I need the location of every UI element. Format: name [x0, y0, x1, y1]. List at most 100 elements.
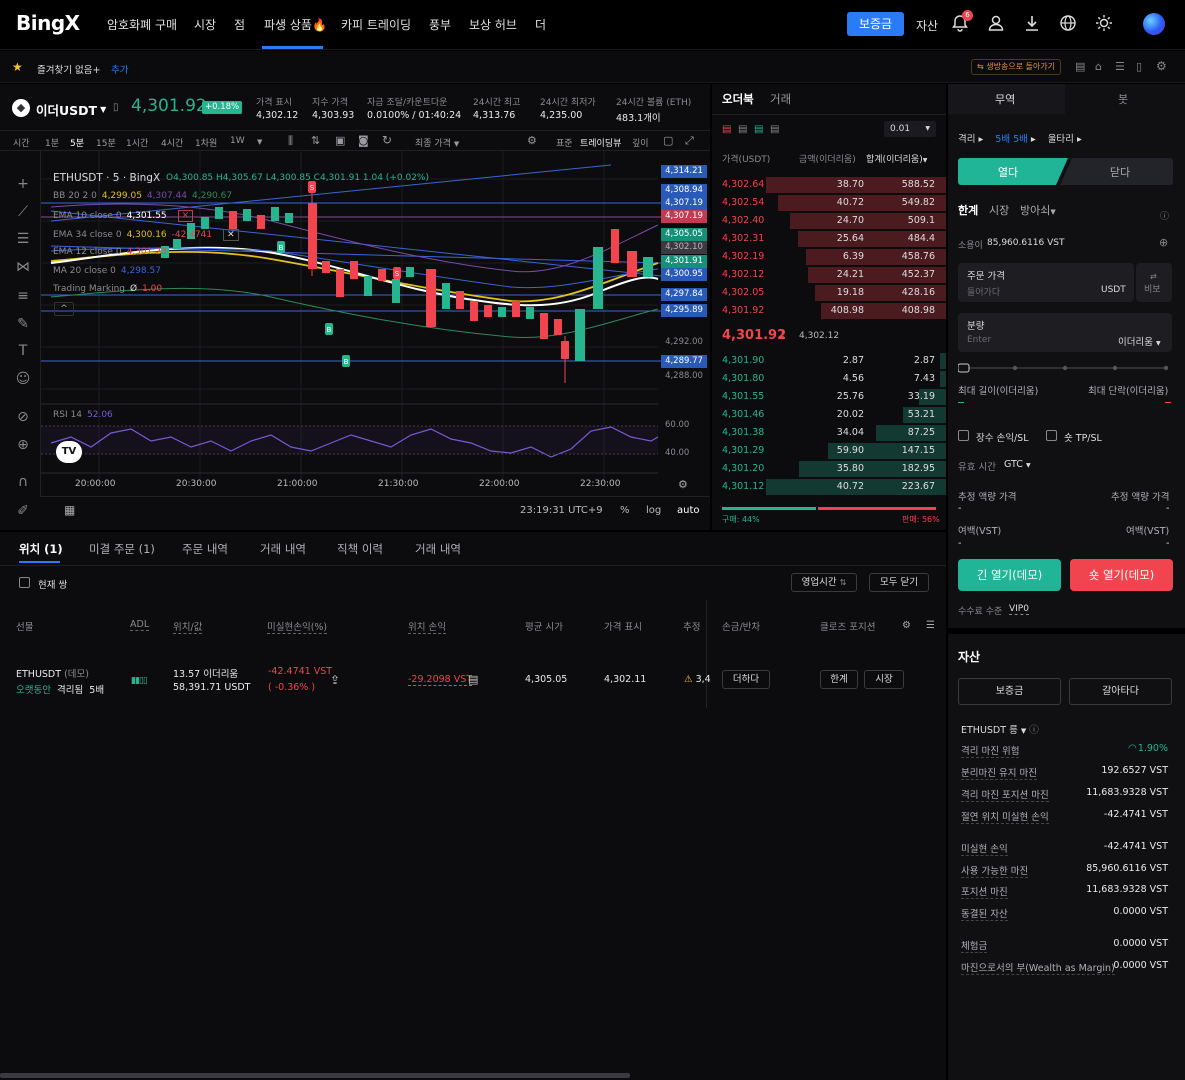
open-long-button[interactable]: 긴 열기(데모)	[958, 559, 1061, 591]
indicator-bb[interactable]: BB 20 2 0 4,299.05 4,307.44 4,290.67	[53, 191, 232, 201]
tab-positions[interactable]: 위치 (1)	[19, 541, 63, 557]
interval-15m[interactable]: 15분	[96, 136, 116, 149]
current-pair-checkbox[interactable]	[19, 577, 30, 588]
book-view-bids-icon[interactable]: ▤	[738, 124, 747, 135]
sort-button[interactable]: 영업시간 ⇅	[791, 573, 857, 592]
pnl-detail-icon[interactable]: ▤	[468, 673, 478, 686]
alert-icon[interactable]: ⌂	[1095, 60, 1102, 73]
interval-1d[interactable]: 1차원	[195, 136, 217, 149]
emoji-icon[interactable]: ☺	[13, 371, 33, 391]
add-tpsl-button[interactable]: 더하다	[722, 670, 770, 689]
bingx-logo[interactable]: BingX	[16, 11, 80, 35]
fullscreen-icon[interactable]: ⤢	[685, 134, 694, 148]
order-type-trigger[interactable]: 방아쇠▼	[1020, 202, 1056, 218]
magnet-icon[interactable]: ∩	[13, 474, 33, 494]
indicator-ma20[interactable]: MA 20 close 0 4,298.57	[53, 266, 161, 276]
ask-row[interactable]: 4,302.54 40.72 549.82	[712, 194, 946, 212]
bid-row[interactable]: 4,301.20 35.80 182.95	[712, 460, 946, 478]
asset-pair-select[interactable]: ETHUSDT 릉 ▼ ⓘ	[961, 722, 1039, 736]
tab-transaction-history[interactable]: 거래 내역	[415, 541, 461, 557]
tab-orderbook[interactable]: 오더북	[722, 91, 754, 107]
assets-deposit-button[interactable]: 보증금	[958, 678, 1061, 705]
tab-position-history[interactable]: 직책 이력	[337, 541, 383, 557]
view-tradingview[interactable]: 트레이딩뷰	[580, 136, 621, 149]
calculator-icon[interactable]: ▤	[1075, 60, 1085, 73]
tab-trades[interactable]: 거래	[770, 91, 791, 107]
horizontal-scrollbar[interactable]	[0, 1073, 630, 1078]
interval-1m[interactable]: 1분	[45, 136, 59, 149]
column-settings-icon[interactable]: ⚙	[902, 620, 911, 631]
tab-open-orders[interactable]: 미결 주문 (1)	[89, 541, 155, 557]
ask-row[interactable]: 4,302.64 38.70 588.52	[712, 176, 946, 194]
book-view-list-icon[interactable]: ▤	[770, 124, 779, 135]
text-tool-icon[interactable]: T	[13, 343, 33, 363]
auto-scale-toggle[interactable]: auto	[677, 505, 700, 516]
guide-icon[interactable]: ▯	[1136, 60, 1142, 73]
bid-row[interactable]: 4,301.12 40.72 223.67	[712, 478, 946, 496]
indicator-ema10[interactable]: EMA 10 close 0 4,301.55 ✕	[53, 210, 194, 222]
tif-select[interactable]: GTC ▼	[1004, 459, 1031, 470]
indicator-ema34[interactable]: EMA 34 close 0 4,300.16 -42.4741 ✕	[53, 229, 239, 241]
horizontal-lines-icon[interactable]: ☰	[13, 231, 33, 251]
fib-icon[interactable]: ≡	[13, 288, 33, 308]
drawing-settings-icon[interactable]: ⚙	[527, 134, 537, 147]
percent-scale-toggle[interactable]: %	[620, 505, 630, 516]
position-mode-button[interactable]: 울타리 ▸	[1048, 131, 1082, 145]
favorites-add-link[interactable]: 추가	[111, 62, 128, 76]
order-type-market[interactable]: 시장	[989, 202, 1009, 218]
quantity-slider[interactable]	[958, 362, 1172, 374]
indicator-ema12[interactable]: EMA 12 close 0 4,301.23	[53, 247, 167, 257]
tab-order-history[interactable]: 주문 내역	[182, 541, 228, 557]
book-view-asks-icon[interactable]: ▤	[754, 124, 763, 135]
collapse-legend-chevron-icon[interactable]: ^	[54, 302, 74, 316]
book-header-total[interactable]: 합계(이더리움)▼	[866, 152, 927, 165]
ask-row[interactable]: 4,302.19 6.39 458.76	[712, 248, 946, 266]
deposit-button[interactable]: 보증금	[847, 12, 904, 36]
nav-buy-crypto[interactable]: 암호화폐 구매	[107, 16, 177, 33]
pattern-icon[interactable]: ⋈	[13, 259, 33, 279]
book-step-select[interactable]: 0.01 ▼	[884, 121, 936, 137]
theme-sun-icon[interactable]	[1094, 14, 1114, 34]
nav-more[interactable]: 더	[535, 16, 546, 33]
globe-icon[interactable]	[1058, 14, 1078, 34]
indicator-trading-marking[interactable]: Trading Marking Ø 1.00	[53, 284, 162, 294]
avatar[interactable]	[1143, 13, 1165, 35]
interval-1w[interactable]: 1W	[230, 136, 245, 146]
crosshair-icon[interactable]: +	[13, 176, 33, 196]
margin-mode-button[interactable]: 격리 ▸	[958, 131, 983, 145]
bid-row[interactable]: 4,301.80 4.56 7.43	[712, 370, 946, 388]
calendar-icon[interactable]: ▦	[64, 503, 75, 517]
nav-wealth[interactable]: 풍부	[429, 16, 451, 33]
tab-trade-history[interactable]: 거래 내역	[260, 541, 306, 557]
nav-assets[interactable]: 자산	[916, 17, 938, 34]
trendline-icon[interactable]: ⟋	[13, 204, 33, 224]
ask-row[interactable]: 4,302.05 19.18 428.16	[712, 284, 946, 302]
nav-rewards-hub[interactable]: 보상 허브	[469, 16, 517, 33]
book-view-both-icon[interactable]: ▤	[722, 124, 731, 135]
leverage-button[interactable]: 5배 5배 ▸	[995, 131, 1035, 145]
close-limit-button[interactable]: 한계	[820, 670, 858, 689]
bid-row[interactable]: 4,301.55 25.76 33.19	[712, 388, 946, 406]
settings-gear-icon[interactable]: ⚙	[1156, 59, 1167, 73]
share-icon[interactable]: ⇪	[330, 673, 340, 687]
view-standard[interactable]: 표준	[556, 136, 573, 149]
symbol-selector[interactable]: 이더USDT ▼	[36, 100, 106, 119]
short-tpsl-checkbox[interactable]	[1046, 430, 1057, 441]
list-view-icon[interactable]: ☰	[926, 620, 935, 631]
info-icon[interactable]: ⓘ	[1160, 209, 1169, 222]
back-to-live-link[interactable]: ⇆ 생방송으로 돌아가기	[971, 59, 1062, 75]
ask-row[interactable]: 4,302.12 24.21 452.37	[712, 266, 946, 284]
symbol-info-icon[interactable]: ▯	[113, 102, 119, 113]
nav-markets[interactable]: 시장	[194, 16, 216, 33]
close-indicator-icon[interactable]: ✕	[223, 229, 239, 241]
ask-row[interactable]: 4,301.92 408.98 408.98	[712, 302, 946, 320]
interval-5m[interactable]: 5분	[70, 136, 84, 149]
bid-row[interactable]: 4,301.38 34.04 87.25	[712, 424, 946, 442]
fee-level-value[interactable]: VIP0	[1009, 604, 1029, 615]
refresh-icon[interactable]: ↻	[382, 133, 392, 147]
chart-settings-icon[interactable]: ⚙	[678, 478, 688, 491]
close-market-button[interactable]: 시장	[864, 670, 904, 689]
nav-derivatives[interactable]: 파생 상품🔥	[264, 16, 327, 33]
lock-drawing-icon[interactable]: ✐	[13, 503, 33, 523]
long-tpsl-checkbox[interactable]	[958, 430, 969, 441]
